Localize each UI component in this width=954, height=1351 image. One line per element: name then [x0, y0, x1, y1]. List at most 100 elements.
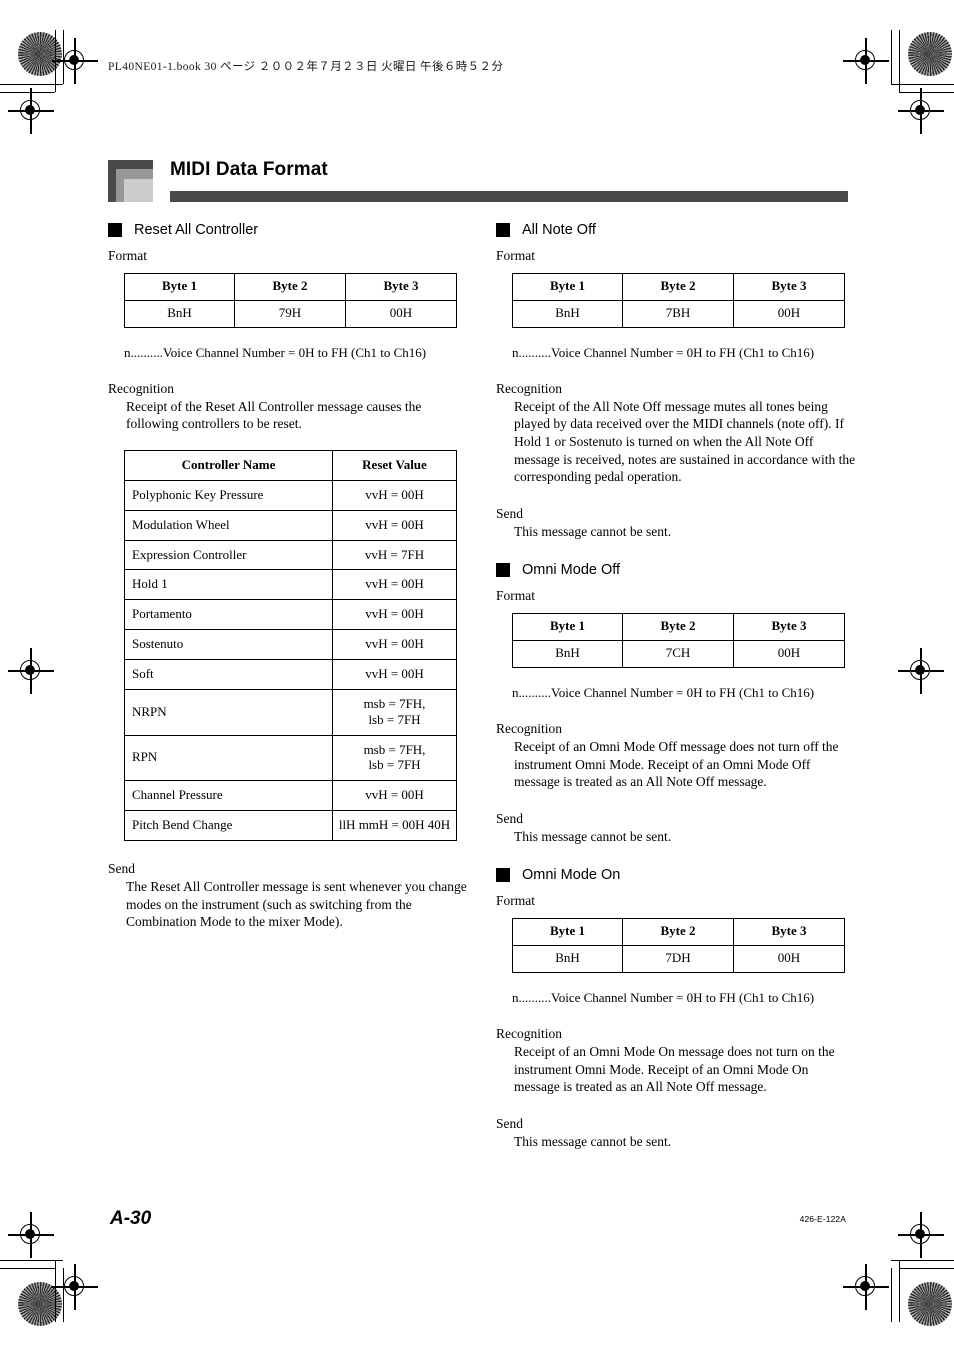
table-cell: 7DH — [622, 945, 734, 974]
controller-name-cell: Channel Pressure — [124, 780, 333, 812]
table-row: Sostenuto vvH = 00H — [124, 629, 457, 660]
send-text: The Reset All Controller message is sent… — [126, 879, 467, 930]
recognition-block: Recognition Receipt of an Omni Mode Off m… — [496, 721, 856, 791]
send-block: Send The Reset All Controller message is… — [108, 861, 468, 931]
send-text: This message cannot be sent. — [514, 523, 672, 539]
send-text: This message cannot be sent. — [514, 1133, 672, 1149]
table-row: RPN msb = 7FH, lsb = 7FH — [124, 734, 457, 782]
table-header-row: Byte 1 Byte 2 Byte 3 — [124, 273, 457, 301]
reset-value-cell: vvH = 00H — [332, 509, 457, 541]
voice-channel-note: n..........Voice Channel Number = 0H to … — [512, 685, 815, 701]
section-omni-mode-on: Omni Mode On Format Byte 1 Byte 2 Byte 3 BnH 7… — [496, 867, 856, 1150]
controller-name-cell: Modulation Wheel — [124, 509, 333, 541]
table-cell: 00H — [345, 299, 457, 328]
crop-mark-line — [0, 1268, 55, 1270]
registration-target-bottom-left — [52, 1264, 98, 1310]
crop-mark-line — [899, 1268, 954, 1270]
table-row: Modulation Wheel vvH = 00H — [124, 509, 457, 541]
halftone-dot-bottom-right — [908, 1282, 952, 1326]
registration-target-left-upper — [8, 88, 54, 134]
controller-table-body: Polyphonic Key Pressure vvH = 00H Modulati… — [124, 479, 457, 841]
send-block: Send This message cannot be sent. — [496, 506, 856, 541]
table-row: Pitch Bend Change llH mmH = 00H 40H — [124, 810, 457, 841]
column-header: Byte 2 — [622, 613, 734, 642]
crop-mark-line — [63, 1268, 65, 1322]
voice-channel-note: n..........Voice Channel Number = 0H to … — [512, 344, 815, 360]
crop-mark-line — [0, 92, 55, 94]
page-title: MIDI Data Format — [170, 159, 328, 180]
controller-name-cell: Expression Controller — [124, 539, 333, 571]
recognition-label: Recognition — [496, 1026, 562, 1042]
registration-target-right-upper — [898, 88, 944, 134]
table-row: BnH 7DH 00H — [512, 945, 845, 974]
column-header: Byte 2 — [234, 273, 346, 301]
section-title: All Note Off — [522, 222, 596, 238]
voice-channel-note: n..........Voice Channel Number = 0H to … — [124, 344, 427, 360]
table-row: Portamento vvH = 00H — [124, 599, 457, 631]
bullet-square-icon — [108, 223, 122, 237]
send-label: Send — [108, 861, 135, 876]
file-header-line: PL40NE01-1.book 30 ページ ２００２年７月２３日 火曜日 午後… — [108, 61, 504, 73]
section-title: Omni Mode Off — [522, 562, 621, 579]
table-cell: 00H — [733, 640, 845, 669]
table-cell: 00H — [733, 945, 845, 974]
crop-mark-line — [891, 1268, 893, 1322]
controller-name-cell: Sostenuto — [124, 629, 333, 660]
recognition-block: Recognition Receipt of an Omni Mode On me… — [496, 1026, 856, 1096]
format-byte-table: Byte 1 Byte 2 Byte 3 BnH 79H 00H — [124, 273, 457, 328]
column-header: Byte 3 — [345, 273, 457, 301]
controller-name-cell: Polyphonic Key Pressure — [124, 479, 333, 511]
table-row: Expression Controller vvH = 7FH — [124, 539, 457, 571]
crop-mark-line — [899, 92, 954, 94]
table-row: BnH 7CH 00H — [512, 640, 845, 669]
crop-mark-line — [0, 84, 63, 86]
format-byte-table: Byte 1 Byte 2 Byte 3 BnH 7CH 00H — [512, 613, 845, 669]
table-row: Soft vvH = 00H — [124, 658, 457, 690]
send-label: Send — [496, 1115, 523, 1131]
left-column: Reset All Controller Format Byte 1 Byte … — [108, 222, 468, 931]
send-block: Send This message cannot be sent. — [496, 1116, 856, 1151]
column-header: Byte 3 — [733, 613, 845, 642]
reset-value-cell: vvH = 00H — [332, 780, 457, 812]
column-header: Byte 3 — [733, 273, 845, 301]
reset-value-cell: vvH = 00H — [332, 658, 457, 690]
registration-target-right-lower — [898, 1212, 944, 1258]
reset-value-cell: vvH = 00H — [332, 599, 457, 631]
column-header: Byte 1 — [512, 918, 623, 947]
recognition-text: Receipt of the All Note Off message mute… — [514, 398, 856, 485]
column-header: Byte 1 — [512, 613, 623, 642]
table-cell: BnH — [124, 299, 235, 328]
recognition-text: Receipt of the Reset All Controller mess… — [126, 398, 422, 432]
section-heading: Omni Mode Off — [496, 562, 856, 578]
section-all-note-off: All Note Off Format Byte 1 Byte 2 Byte 3 BnH 7… — [496, 222, 856, 540]
table-cell: BnH — [512, 945, 623, 974]
table-cell: 00H — [733, 299, 845, 328]
column-header: Byte 2 — [622, 273, 734, 301]
crop-mark-line — [891, 1260, 954, 1262]
registration-target-right-middle — [898, 648, 944, 694]
bullet-square-icon — [496, 563, 510, 578]
controller-name-cell: Hold 1 — [124, 569, 333, 601]
column-header: Byte 2 — [622, 918, 734, 947]
reset-value-cell: msb = 7FH, lsb = 7FH — [332, 734, 457, 782]
send-label: Send — [496, 505, 523, 521]
table-cell: BnH — [512, 299, 623, 328]
column-header: Reset Value — [332, 449, 457, 481]
controller-name-cell: NRPN — [124, 688, 333, 736]
format-label: Format — [496, 893, 535, 909]
column-header: Byte 1 — [124, 273, 235, 301]
reset-value-cell: vvH = 00H — [332, 569, 457, 601]
title-decoration-icon — [108, 160, 153, 202]
reset-value-cell: vvH = 7FH — [332, 539, 457, 571]
recognition-label: Recognition — [496, 380, 562, 396]
format-label: Format — [108, 248, 147, 263]
voice-channel-note: n..........Voice Channel Number = 0H to … — [512, 990, 815, 1006]
send-text: This message cannot be sent. — [514, 828, 672, 844]
title-rule — [170, 191, 848, 202]
halftone-dot-top-right — [908, 32, 952, 76]
section-heading: All Note Off — [496, 222, 856, 238]
crop-mark-line — [55, 1260, 57, 1322]
recognition-block: Recognition Receipt of the All Note Off m… — [496, 381, 856, 486]
registration-target-left-lower — [8, 1212, 54, 1258]
table-header-row: Controller Name Reset Value — [124, 449, 457, 481]
